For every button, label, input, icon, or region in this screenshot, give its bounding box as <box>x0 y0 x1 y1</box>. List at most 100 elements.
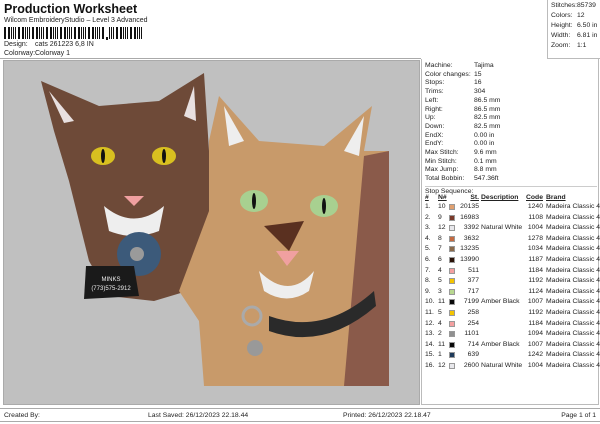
info-label: Right: <box>425 105 443 113</box>
table-row: 5. 7 13235 1034 Madeira Classic 40 <box>425 245 600 255</box>
thread-code: 1007 <box>527 340 543 348</box>
thread-brand: Madeira Classic 40 <box>546 319 600 327</box>
table-row: 8. 5 377 1192 Madeira Classic 40 <box>425 277 600 287</box>
barcode-bar <box>47 27 49 39</box>
stat-row: Colors: 12 <box>551 12 585 19</box>
info-label: EndX: <box>425 131 444 139</box>
stitch-count: 20135 <box>460 203 479 210</box>
barcode-bar <box>8 27 10 39</box>
stitch-count: 377 <box>467 277 479 285</box>
info-label: Stops: <box>425 79 445 87</box>
worksheet-header: Production Worksheet Wilcom EmbroiderySt… <box>0 0 421 59</box>
row-index: 5. <box>425 245 431 253</box>
table-row: 11. 5 258 1192 Madeira Classic 40 <box>425 309 600 319</box>
color-swatch <box>449 320 455 327</box>
needle-number: 9 <box>438 213 442 221</box>
info-label: Min Stitch: <box>425 157 457 165</box>
needle-number: 1 <box>438 351 442 359</box>
thread-description: Amber Black <box>481 340 520 348</box>
barcode-bar <box>50 27 52 39</box>
row-index: 13. <box>425 330 435 338</box>
barcode-bar <box>106 37 108 40</box>
thread-description: Natural White <box>481 362 523 369</box>
info-value: 16 <box>474 79 482 87</box>
info-panel: Machine: Tajima Color changes: 15 Stops: 16 Tr… <box>421 59 600 405</box>
color-swatch <box>449 310 455 316</box>
thread-brand: Madeira Classic 40 <box>546 224 600 232</box>
col-code: Code <box>526 194 543 201</box>
thread-brand: Madeira Classic 40 <box>546 351 600 359</box>
barcode-bar <box>126 27 128 39</box>
table-row: 4. 8 3632 1278 Madeira Classic 40 <box>425 234 600 245</box>
row-index: 8. <box>425 277 431 285</box>
row-index: 12. <box>425 319 435 327</box>
last-saved: Last Saved: 26/12/2023 22.18.44 <box>148 412 249 419</box>
stat-value: 12 <box>577 12 585 19</box>
needle-number: 10 <box>438 203 446 210</box>
barcode-bar <box>92 27 94 39</box>
page-title: Production Worksheet <box>4 2 138 16</box>
tag-phone: (773)575-2912 <box>91 286 131 292</box>
info-value: 82.5 mm <box>474 122 501 130</box>
stitch-count: 3632 <box>463 234 479 242</box>
barcode-bar <box>117 27 119 39</box>
thread-brand: Madeira Classic 40 <box>546 234 600 242</box>
thread-code: 1004 <box>527 224 543 232</box>
barcode-bar <box>40 27 42 39</box>
design-label: Design: <box>4 41 28 48</box>
row-index: 9. <box>425 287 431 295</box>
stitch-count: 717 <box>467 287 479 295</box>
barcode-bar <box>42 27 44 39</box>
thread-brand: Madeira Classic 40 <box>546 256 600 263</box>
thread-code: 1108 <box>528 213 543 221</box>
color-swatch <box>449 331 455 338</box>
col-brand: Brand <box>546 194 566 201</box>
table-row: 7. 4 511 1184 Madeira Classic 40 <box>425 266 600 277</box>
stat-value: 85739 <box>577 2 596 9</box>
thread-code: 1184 <box>528 266 543 274</box>
row-index: 1. <box>425 203 431 210</box>
color-swatch <box>449 341 455 348</box>
info-row: Color changes: 15 <box>425 71 482 78</box>
row-index: 7. <box>425 266 431 274</box>
info-row: Left: 86.5 mm <box>425 96 500 104</box>
thread-code: 1192 <box>528 277 543 285</box>
barcode-bar <box>61 27 63 39</box>
color-swatch <box>449 214 455 221</box>
thread-brand: Madeira Classic 40 <box>546 298 600 306</box>
barcode-bar <box>134 27 136 39</box>
stitch-count: 16983 <box>460 213 479 221</box>
info-label: Left: <box>425 96 439 104</box>
stitch-count: 639 <box>467 351 479 359</box>
design-preview: MINKS (773)575-2912 <box>3 60 420 405</box>
thread-brand: Madeira Classic 40 <box>546 245 600 253</box>
info-value: Tajima <box>474 62 494 69</box>
needle-number: 4 <box>438 319 442 327</box>
info-label: Down: <box>425 122 445 130</box>
thread-code: 1124 <box>528 287 543 295</box>
barcode-bar <box>96 27 98 39</box>
cats-embroidery-image: MINKS (773)575-2912 <box>41 73 389 386</box>
stat-label: Stitches: <box>551 2 578 9</box>
barcode-bar <box>124 27 126 39</box>
info-value: 82.5 mm <box>474 114 501 122</box>
stitch-count: 7199 <box>463 298 479 306</box>
thread-brand: Madeira Classic 40 <box>546 330 600 338</box>
row-index: 4. <box>425 234 431 242</box>
printed-date: Printed: 26/12/2023 22.18.47 <box>343 412 431 419</box>
info-value: 86.5 mm <box>474 105 501 113</box>
page-number: Page 1 of 1 <box>561 412 596 419</box>
info-value: 0.00 in <box>474 131 495 139</box>
color-swatch <box>449 225 455 232</box>
stitch-count: 511 <box>468 266 479 274</box>
colorway-label: Colorway: <box>4 50 36 57</box>
needle-number: 8 <box>438 234 442 242</box>
thread-code: 1184 <box>528 319 543 327</box>
colorway-row: Colorway:Colorway 1 <box>4 50 70 57</box>
table-row: 6. 6 13990 1187 Madeira Classic 40 <box>425 256 600 266</box>
color-swatch <box>449 267 455 274</box>
table-row: 10. 11 7199 Amber Black 1007 Madeira Classic … <box>425 298 600 308</box>
stats-box: Stitches: 85739 Colors: 12 Height: 6.50 in Wid… <box>547 0 600 59</box>
barcode-bar <box>98 27 100 39</box>
needle-number: 4 <box>438 266 442 274</box>
